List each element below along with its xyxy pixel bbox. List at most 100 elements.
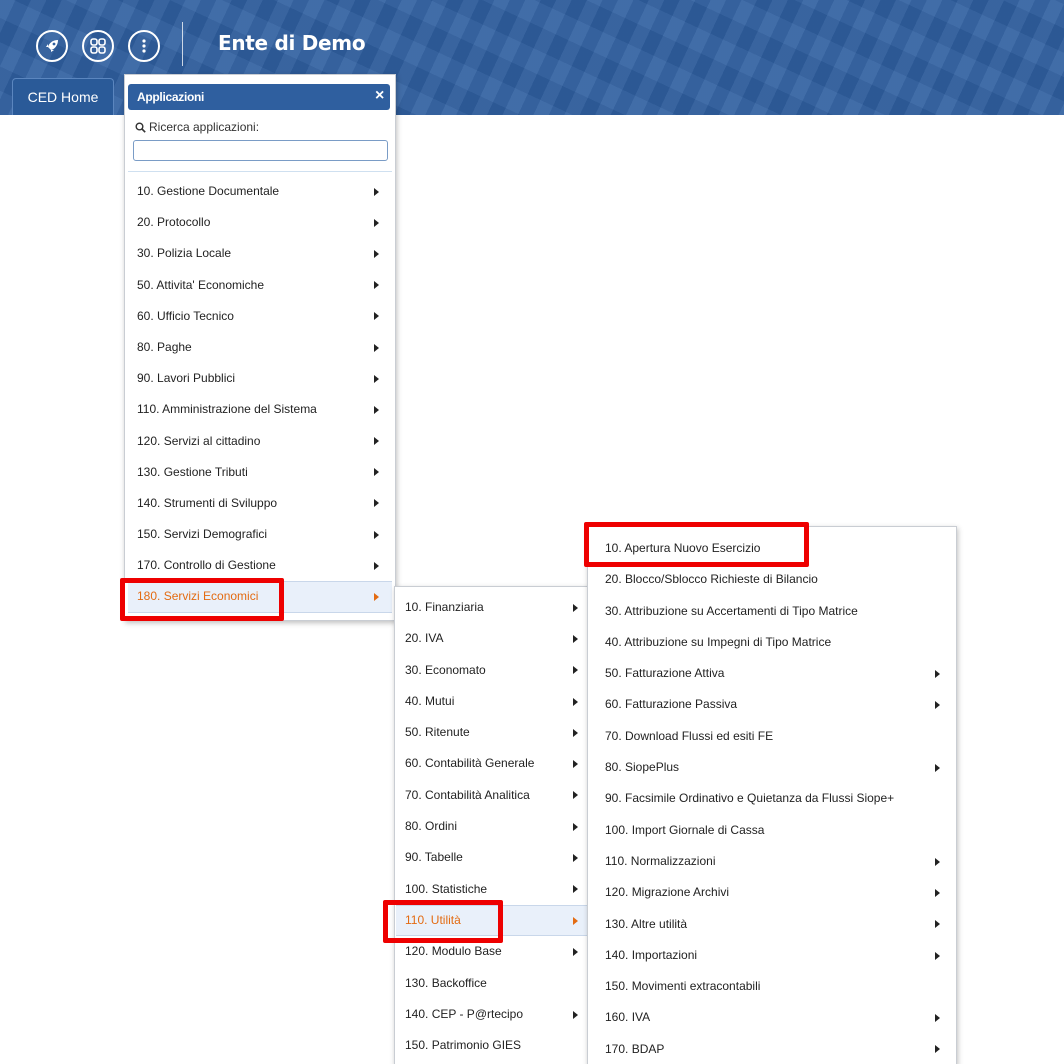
menu-item-label: 90. Lavori Pubblici	[137, 371, 236, 386]
menu-item-140-strumenti-di-sviluppo[interactable]: 140. Strumenti di Sviluppo	[128, 488, 392, 519]
menu-item-20-blocco-sblocco-richieste-di-bilancio[interactable]: 20. Blocco/Sblocco Richieste di Bilancio	[589, 564, 955, 595]
caret-right-icon	[573, 947, 578, 956]
menu-item-50-attivita-economiche[interactable]: 50. Attivita' Economiche	[128, 270, 392, 301]
applications-list: 10. Gestione Documentale 20. Protocollo 30…	[128, 176, 392, 613]
caret-right-icon	[573, 854, 578, 863]
menu-item-label: 110. Normalizzazioni	[605, 853, 716, 868]
menu-item-120-servizi-al-cittadino[interactable]: 120. Servizi al cittadino	[128, 426, 392, 457]
menu-item-label: 150. Movimenti extracontabili	[605, 979, 761, 994]
menu-item-90-tabelle[interactable]: 90. Tabelle	[396, 842, 587, 873]
search-input[interactable]	[133, 140, 388, 161]
menu-item-label: 20. IVA	[405, 631, 444, 646]
caret-right-icon	[573, 634, 578, 643]
menu-item-label: 50. Attivita' Economiche	[137, 277, 265, 292]
menu-item-label: 70. Download Flussi ed esiti FE	[605, 728, 774, 743]
utilita-submenu: 10. Apertura Nuovo Esercizio 20. Blocco/S…	[587, 526, 957, 1064]
menu-item-50-fatturazione-attiva[interactable]: 50. Fatturazione Attiva	[589, 658, 955, 689]
menu-item-label: 100. Statistiche	[405, 881, 488, 896]
menu-item-150-movimenti-extracontabili[interactable]: 150. Movimenti extracontabili	[589, 971, 955, 1002]
menu-item-label: 20. Blocco/Sblocco Richieste di Bilancio	[605, 572, 818, 587]
caret-right-icon	[573, 885, 578, 894]
caret-right-icon	[374, 281, 379, 290]
menu-item-label: 60. Contabilità Generale	[405, 756, 535, 771]
menu-item-10-apertura-nuovo-esercizio[interactable]: 10. Apertura Nuovo Esercizio	[589, 533, 955, 564]
menu-item-130-backoffice[interactable]: 130. Backoffice	[396, 968, 587, 999]
caret-right-icon	[374, 374, 379, 383]
caret-right-icon	[573, 666, 578, 675]
menu-item-80-paghe[interactable]: 80. Paghe	[128, 332, 392, 363]
menu-item-30-polizia-locale[interactable]: 30. Polizia Locale	[128, 238, 392, 269]
menu-item-40-mutui[interactable]: 40. Mutui	[396, 686, 587, 717]
menu-item-40-attribuzione-su-impegni-di-tipo-matrice[interactable]: 40. Attribuzione su Impegni di Tipo Matr…	[589, 627, 955, 658]
caret-right-icon	[573, 697, 578, 706]
menu-item-10-finanziaria[interactable]: 10. Finanziaria	[396, 592, 587, 623]
menu-item-160-iva[interactable]: 160. IVA	[589, 1002, 955, 1033]
servizi-economici-list: 10. Finanziaria 20. IVA 30. Economato 40. M…	[396, 592, 587, 1061]
header-divider	[182, 22, 183, 66]
menu-item-120-modulo-base[interactable]: 120. Modulo Base	[396, 936, 587, 967]
menu-item-30-attribuzione-su-accertamenti-di-tipo-matrice[interactable]: 30. Attribuzione su Accertamenti di Tipo…	[589, 596, 955, 627]
menu-item-label: 30. Economato	[405, 662, 486, 677]
menu-item-50-ritenute[interactable]: 50. Ritenute	[396, 717, 587, 748]
menu-item-label: 20. Protocollo	[137, 215, 211, 230]
caret-right-icon	[374, 437, 379, 446]
close-icon[interactable]: ×	[375, 84, 384, 108]
caret-right-icon	[374, 312, 379, 321]
menu-item-110-utilita[interactable]: 110. Utilità	[396, 904, 587, 937]
menu-item-label: 60. Ufficio Tecnico	[137, 308, 234, 323]
menu-item-label: 30. Polizia Locale	[137, 246, 232, 261]
menu-item-60-fatturazione-passiva[interactable]: 60. Fatturazione Passiva	[589, 689, 955, 720]
applications-panel: Applicazioni × Ricerca applicazioni: 10.…	[124, 74, 396, 621]
caret-right-icon	[573, 1010, 578, 1019]
more-vertical-icon[interactable]	[128, 30, 160, 62]
utilita-list: 10. Apertura Nuovo Esercizio 20. Blocco/S…	[589, 533, 955, 1064]
menu-item-10-gestione-documentale[interactable]: 10. Gestione Documentale	[128, 176, 392, 207]
menu-item-140-importazioni[interactable]: 140. Importazioni	[589, 940, 955, 971]
tab-ced-home[interactable]: CED Home	[12, 78, 114, 115]
menu-item-110-amministrazione-del-sistema[interactable]: 110. Amministrazione del Sistema	[128, 394, 392, 425]
menu-item-label: 40. Mutui	[405, 693, 455, 708]
caret-right-icon	[374, 468, 379, 477]
menu-item-150-servizi-demografici[interactable]: 150. Servizi Demografici	[128, 519, 392, 550]
menu-item-130-altre-utilita[interactable]: 130. Altre utilità	[589, 909, 955, 940]
menu-item-60-ufficio-tecnico[interactable]: 60. Ufficio Tecnico	[128, 301, 392, 332]
menu-item-70-download-flussi-ed-esiti-fe[interactable]: 70. Download Flussi ed esiti FE	[589, 721, 955, 752]
menu-item-120-migrazione-archivi[interactable]: 120. Migrazione Archivi	[589, 877, 955, 908]
menu-item-30-economato[interactable]: 30. Economato	[396, 655, 587, 686]
menu-item-90-facsimile-ordinativo-e-quietanza-da-flussi-siope[interactable]: 90. Facsimile Ordinativo e Quietanza da …	[589, 783, 955, 814]
apps-grid-icon[interactable]	[82, 30, 114, 62]
menu-item-170-bdap[interactable]: 170. BDAP	[589, 1034, 955, 1064]
menu-item-label: 40. Attribuzione su Impegni di Tipo Matr…	[605, 634, 832, 649]
menu-item-label: 80. Paghe	[137, 339, 192, 354]
caret-right-icon	[935, 857, 940, 866]
menu-item-170-controllo-di-gestione[interactable]: 170. Controllo di Gestione	[128, 550, 392, 581]
menu-item-150-patrimonio-gies[interactable]: 150. Patrimonio GIES	[396, 1030, 587, 1061]
rocket-icon[interactable]	[36, 30, 68, 62]
menu-item-label: 100. Import Giornale di Cassa	[605, 822, 765, 837]
menu-item-20-iva[interactable]: 20. IVA	[396, 623, 587, 654]
applications-panel-header: Applicazioni ×	[128, 84, 390, 110]
menu-item-20-protocollo[interactable]: 20. Protocollo	[128, 207, 392, 238]
caret-right-icon	[573, 822, 578, 831]
menu-item-140-cep-p-rtecipo[interactable]: 140. CEP - P@rtecipo	[396, 999, 587, 1030]
menu-item-80-ordini[interactable]: 80. Ordini	[396, 811, 587, 842]
menu-item-label: 140. CEP - P@rtecipo	[405, 1006, 524, 1021]
search-icon	[135, 122, 146, 136]
search-label: Ricerca applicazioni:	[135, 120, 259, 136]
menu-item-100-statistiche[interactable]: 100. Statistiche	[396, 874, 587, 905]
menu-item-110-normalizzazioni[interactable]: 110. Normalizzazioni	[589, 846, 955, 877]
caret-right-icon	[935, 763, 940, 772]
caret-right-icon	[374, 218, 379, 227]
caret-right-icon	[573, 760, 578, 769]
menu-item-180-servizi-economici[interactable]: 180. Servizi Economici	[128, 581, 392, 613]
menu-item-label: 60. Fatturazione Passiva	[605, 697, 738, 712]
menu-item-100-import-giornale-di-cassa[interactable]: 100. Import Giornale di Cassa	[589, 815, 955, 846]
caret-right-icon	[935, 701, 940, 710]
menu-item-80-siopeplus[interactable]: 80. SiopePlus	[589, 752, 955, 783]
divider	[128, 171, 392, 172]
menu-item-label: 130. Altre utilità	[605, 916, 688, 931]
menu-item-90-lavori-pubblici[interactable]: 90. Lavori Pubblici	[128, 363, 392, 394]
menu-item-130-gestione-tributi[interactable]: 130. Gestione Tributi	[128, 457, 392, 488]
menu-item-70-contabilita-analitica[interactable]: 70. Contabilità Analitica	[396, 780, 587, 811]
menu-item-60-contabilita-generale[interactable]: 60. Contabilità Generale	[396, 748, 587, 779]
